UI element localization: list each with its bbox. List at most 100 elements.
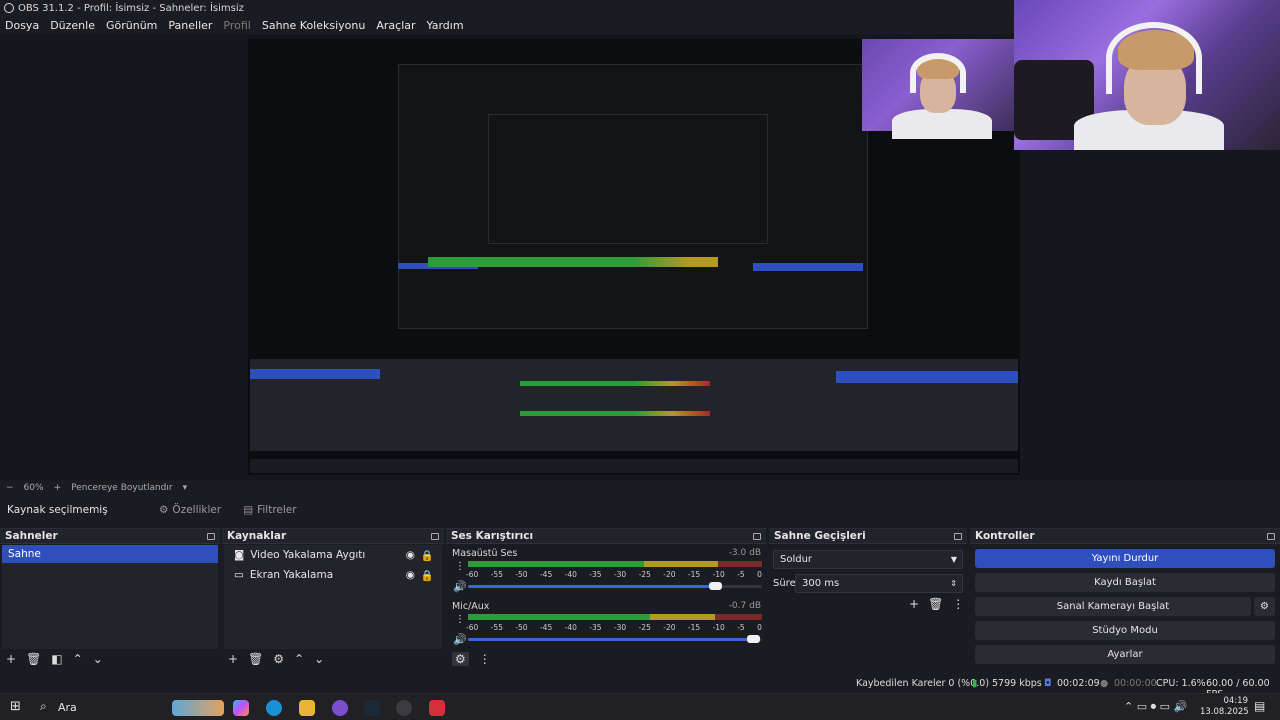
menu-help[interactable]: Yardım	[427, 19, 464, 32]
clock-date[interactable]: 13.08.2025	[1200, 707, 1249, 717]
eye-icon[interactable]: ◉	[406, 569, 415, 581]
fit-to-window[interactable]: Pencereye Boyutlandır	[71, 483, 172, 493]
steam-icon[interactable]	[364, 700, 380, 716]
dock-float-icon[interactable]	[1267, 532, 1275, 540]
notification-icon[interactable]: ▤	[1254, 699, 1265, 713]
speaker-icon[interactable]: 🔊	[453, 633, 467, 646]
channel-db: -0.7 dB	[728, 601, 761, 611]
dock-float-icon[interactable]	[431, 532, 439, 540]
add-icon[interactable]: +	[228, 652, 238, 666]
trash-icon[interactable]: 🗑	[26, 652, 41, 666]
file-explorer-icon[interactable]	[299, 700, 315, 716]
more-icon[interactable]: ⋮	[479, 652, 491, 666]
menu-scene-collection[interactable]: Sahne Koleksiyonu	[262, 19, 366, 32]
signal-icon: ▮	[972, 678, 978, 689]
more-icon[interactable]: ⋮	[455, 561, 465, 572]
copilot-icon[interactable]	[233, 700, 249, 716]
volume-slider-handle[interactable]	[747, 635, 761, 643]
sources-list[interactable]: ◙ Video Yakalama Aygıtı ◉ 🔒 ▭ Ekran Yaka…	[224, 545, 442, 649]
nested-stop-button	[836, 371, 1018, 383]
obs-taskbar-icon[interactable]	[396, 700, 412, 716]
windows-start-icon[interactable]: ⊞	[10, 699, 21, 714]
filter-icon[interactable]: ◧	[51, 652, 62, 666]
studio-mode-button[interactable]: Stüdyo Modu	[975, 621, 1275, 640]
gear-icon[interactable]: ⚙	[273, 652, 284, 666]
source-item[interactable]: ◙ Video Yakalama Aygıtı ◉ 🔒	[224, 545, 442, 565]
virtual-camera-settings-button[interactable]: ⚙	[1254, 597, 1275, 616]
move-up-icon[interactable]: ⌃	[73, 652, 83, 666]
add-icon[interactable]: +	[6, 652, 16, 666]
volume-meter	[468, 561, 762, 567]
record-time: 00:00:00	[1114, 678, 1157, 689]
trash-icon[interactable]: 🗑	[928, 597, 943, 611]
duration-value: 300 ms	[802, 578, 840, 589]
scenes-list[interactable]: Sahne	[2, 545, 218, 649]
volume-slider-fill	[468, 638, 754, 641]
nested-scene-selected	[250, 369, 380, 379]
menu-profile[interactable]: Profil	[223, 19, 250, 32]
menu-file[interactable]: Dosya	[5, 19, 39, 32]
more-icon[interactable]: ⋮	[952, 597, 964, 611]
nested-meter	[520, 411, 710, 416]
menu-edit[interactable]: Düzenle	[50, 19, 95, 32]
start-virtual-camera-button[interactable]: Sanal Kamerayı Başlat	[975, 597, 1251, 616]
lock-icon[interactable]: 🔒	[421, 569, 434, 582]
clock-time[interactable]: 04:19	[1212, 696, 1249, 706]
advanced-audio-icon[interactable]: ⚙	[452, 652, 469, 666]
move-down-icon[interactable]: ⌄	[93, 652, 103, 666]
stream-icon: ◘	[1044, 678, 1052, 689]
source-context-bar: Kaynak seçilmemiş ⚙ Özellikler ▤ Filtreler	[0, 497, 1280, 523]
scene-item[interactable]: Sahne	[2, 545, 218, 563]
source-item[interactable]: ▭ Ekran Yakalama ◉ 🔒	[224, 565, 442, 585]
mixer-title: Ses Karıştırıcı	[451, 530, 534, 542]
spinner-icon[interactable]: ⇕	[950, 579, 957, 588]
menu-view[interactable]: Görünüm	[106, 19, 157, 32]
volume-meter	[468, 614, 762, 620]
app-icon[interactable]	[332, 700, 348, 716]
add-icon[interactable]: +	[909, 597, 919, 611]
stream-time: 00:02:09	[1057, 678, 1100, 689]
trash-icon[interactable]: 🗑	[248, 652, 263, 666]
channel-name: Mic/Aux	[452, 601, 490, 612]
zoom-out-button[interactable]: −	[6, 483, 14, 493]
meter-scale: -60 -55 -50 -45 -40 -35 -30 -25 -20 -15 -10 -5 0	[466, 623, 762, 632]
filter-icon: ▤	[243, 504, 254, 516]
app-red-icon[interactable]	[429, 700, 445, 716]
lock-icon[interactable]: 🔒	[421, 549, 434, 562]
no-source-selected-label: Kaynak seçilmemiş	[7, 504, 108, 516]
filters-button[interactable]: ▤ Filtreler	[235, 501, 304, 519]
menu-docks[interactable]: Paneller	[168, 19, 212, 32]
volume-slider-fill	[468, 585, 715, 588]
nested-meter	[520, 381, 710, 386]
weather-widget-icon[interactable]	[172, 700, 224, 716]
settings-button[interactable]: Ayarlar	[975, 645, 1275, 664]
search-icon[interactable]: ⌕	[40, 699, 47, 714]
filters-label: Filtreler	[257, 504, 297, 516]
dock-float-icon[interactable]	[753, 532, 761, 540]
window-title: OBS 31.1.2 - Profil: İsimsiz - Sahneler:…	[18, 2, 244, 14]
zoom-dropdown-icon[interactable]: ▾	[183, 483, 188, 493]
move-up-icon[interactable]: ⌃	[294, 652, 304, 666]
menu-tools[interactable]: Araçlar	[376, 19, 415, 32]
transition-value: Soldur	[780, 554, 813, 565]
zoom-in-button[interactable]: +	[54, 483, 62, 493]
start-recording-button[interactable]: Kaydı Başlat	[975, 573, 1275, 592]
duration-input[interactable]: 300 ms ⇕	[795, 574, 963, 593]
volume-slider-handle[interactable]	[708, 582, 722, 590]
controls-title: Kontroller	[975, 530, 1035, 542]
sources-title: Kaynaklar	[227, 530, 287, 542]
eye-icon[interactable]: ◉	[406, 549, 415, 561]
taskbar-search[interactable]: Ara	[58, 701, 77, 714]
properties-button[interactable]: ⚙ Özellikler	[151, 501, 229, 519]
dock-float-icon[interactable]	[954, 532, 962, 540]
tray-icons[interactable]: ⌃ ▭ ⏺ ▭ 🔊	[1124, 700, 1187, 714]
more-icon[interactable]: ⋮	[455, 614, 465, 625]
speaker-icon[interactable]: 🔊	[453, 580, 467, 593]
meter-scale: -60 -55 -50 -45 -40 -35 -30 -25 -20 -15 -10 -5 0	[466, 570, 762, 579]
stop-streaming-button[interactable]: Yayını Durdur	[975, 549, 1275, 568]
move-down-icon[interactable]: ⌄	[314, 652, 324, 666]
transitions-title: Sahne Geçişleri	[774, 530, 866, 542]
dock-float-icon[interactable]	[207, 532, 215, 540]
transition-select[interactable]: Soldur ▼	[773, 550, 963, 569]
edge-icon[interactable]	[266, 700, 282, 716]
